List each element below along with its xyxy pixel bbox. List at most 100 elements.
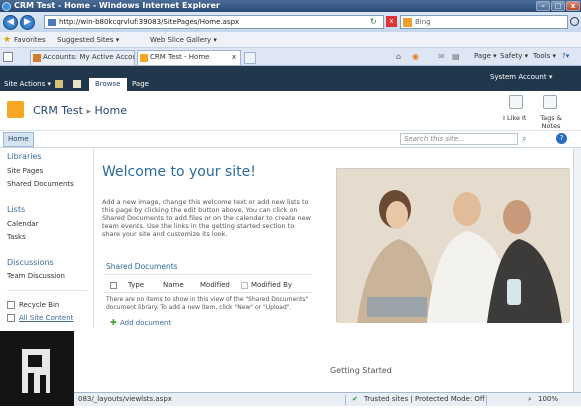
edit-page-icon[interactable] [73, 80, 81, 88]
people-photo-illustration [337, 169, 570, 323]
breadcrumb-current: Home [94, 104, 127, 117]
ql-tasks[interactable]: Tasks [7, 233, 26, 241]
getting-started-heading: Getting Started [330, 366, 392, 375]
site-search-input[interactable]: Search this site... [400, 133, 518, 145]
empty-message: There are no items to show in this view … [106, 296, 309, 311]
column-modified-by[interactable]: Modified By [251, 281, 292, 289]
favorites-bar: ★ Favorites Suggested Sites ▾ Web Slice … [0, 32, 581, 48]
status-separator [345, 395, 346, 405]
tab-crm-home[interactable]: CRM Test - Home [137, 50, 241, 65]
window-title: CRM Test - Home - Windows Internet Explo… [14, 1, 220, 10]
ql-libraries[interactable]: Libraries [7, 152, 42, 161]
welcome-text: Add a new image, change this welcome tex… [102, 198, 311, 238]
zoom-icon: ⌕ [528, 395, 532, 403]
webpart-divider [104, 274, 312, 275]
new-tab-button[interactable] [244, 52, 256, 64]
address-input[interactable]: http://win-b80kcqrvluf:39083/SitePages/H… [44, 15, 384, 29]
site-title-link[interactable]: CRM Test [33, 104, 83, 117]
status-url: 083/_layouts/viewlsts.aspx [78, 395, 172, 403]
quick-tabs-icon[interactable] [3, 52, 13, 62]
select-all-checkbox[interactable] [110, 282, 117, 289]
ql-team-discussion[interactable]: Team Discussion [7, 272, 65, 280]
tab-browse[interactable]: Browse [89, 78, 127, 91]
column-checkbox-icon [241, 282, 248, 289]
top-navigation: Home Search this site... ⌕ ? [0, 131, 581, 148]
browser-tabs-bar: Accounts: My Active Accoun... CRM Test -… [0, 48, 581, 66]
page-menu[interactable]: Page ▾ [474, 52, 497, 60]
ql-site-pages[interactable]: Site Pages [7, 167, 43, 175]
header-divider [104, 292, 312, 293]
ql-divider [7, 290, 87, 291]
tags-notes-label[interactable]: Tags & Notes [538, 114, 564, 130]
tab-accounts[interactable]: Accounts: My Active Accoun... [30, 50, 135, 65]
favorites-button[interactable]: Favorites [14, 32, 46, 48]
ql-all-site-content[interactable]: All Site Content [19, 314, 73, 322]
search-icon[interactable] [570, 17, 579, 26]
column-name[interactable]: Name [163, 281, 184, 289]
sharepoint-ribbon: Site Actions ▾ Browse Page System Accoun… [0, 66, 581, 91]
window-title-bar: CRM Test - Home - Windows Internet Explo… [0, 0, 581, 12]
safety-menu[interactable]: Safety ▾ [500, 52, 528, 60]
maximize-button[interactable]: □ [551, 1, 565, 11]
print-icon[interactable]: ▤ [452, 52, 460, 61]
sharepoint-icon [140, 54, 148, 62]
web-slice-gallery-link[interactable]: Web Slice Gallery ▾ [150, 32, 217, 48]
search-go-icon[interactable]: ⌕ [522, 134, 526, 144]
column-modified[interactable]: Modified [200, 281, 230, 289]
search-input[interactable]: Bing [400, 15, 568, 29]
quick-launch: Libraries Site Pages Shared Documents Li… [0, 148, 94, 328]
vertical-scrollbar[interactable] [573, 148, 581, 392]
help-menu[interactable]: ?▾ [562, 52, 569, 60]
recycle-bin-icon [7, 301, 15, 309]
site-logo-icon[interactable] [7, 101, 24, 118]
rss-icon[interactable]: ◉ [412, 52, 419, 61]
status-zone[interactable]: Trusted sites | Protected Mode: Off [364, 393, 485, 406]
suggested-sites-link[interactable]: Suggested Sites ▾ [57, 32, 119, 48]
zoom-level[interactable]: 100% [538, 393, 558, 406]
ql-shared-documents[interactable]: Shared Documents [7, 180, 74, 188]
star-icon: ★ [3, 35, 12, 45]
breadcrumb-separator: ▸ [86, 107, 92, 117]
site-title-area: CRM Test ▸ Home I Like It Tags & Notes [0, 91, 581, 131]
ql-discussions[interactable]: Discussions [7, 258, 54, 267]
tab-label: Accounts: My Active Accoun... [43, 53, 134, 61]
ql-calendar[interactable]: Calendar [7, 220, 38, 228]
r-logo-icon [22, 349, 50, 393]
status-separator [486, 395, 487, 405]
add-document-link[interactable]: Add document [120, 319, 171, 327]
minimize-button[interactable]: – [536, 1, 550, 11]
overlay-logo [0, 331, 74, 406]
user-menu[interactable]: System Account ▾ [490, 73, 552, 81]
welcome-image [336, 168, 570, 323]
tools-menu[interactable]: Tools ▾ [533, 52, 556, 60]
crm-icon [33, 54, 41, 62]
site-title: CRM Test ▸ Home [33, 104, 127, 117]
close-tab-icon[interactable]: x [232, 53, 236, 61]
search-placeholder: Bing [415, 18, 431, 26]
trusted-check-icon: ✔ [352, 395, 358, 403]
ql-recycle-bin[interactable]: Recycle Bin [19, 301, 59, 309]
address-toolbar: ◀ ▶ http://win-b80kcqrvluf:39083/SitePag… [0, 12, 581, 32]
mail-icon[interactable]: ✉ [438, 52, 445, 61]
tab-label: CRM Test - Home [150, 53, 210, 61]
shared-documents-title[interactable]: Shared Documents [106, 262, 178, 271]
nav-home[interactable]: Home [3, 132, 34, 147]
i-like-it-icon[interactable] [509, 95, 523, 109]
all-site-content-icon [7, 314, 15, 322]
refresh-icon[interactable]: ↻ [370, 17, 377, 26]
i-like-it-label[interactable]: I Like It [503, 114, 526, 122]
help-icon[interactable]: ? [556, 133, 567, 144]
tab-page[interactable]: Page [126, 78, 155, 91]
forward-button[interactable]: ▶ [20, 15, 35, 30]
site-actions-menu[interactable]: Site Actions ▾ [4, 80, 51, 88]
navigate-up-icon[interactable] [55, 80, 63, 88]
column-type[interactable]: Type [128, 281, 144, 289]
ql-lists[interactable]: Lists [7, 205, 25, 214]
close-window-button[interactable]: x [566, 1, 580, 11]
address-url: http://win-b80kcqrvluf:39083/SitePages/H… [59, 18, 240, 26]
home-icon[interactable]: ⌂ [396, 52, 401, 61]
back-button[interactable]: ◀ [3, 15, 18, 30]
stop-icon[interactable]: x [386, 16, 397, 27]
page-icon [48, 19, 56, 26]
tags-notes-icon[interactable] [543, 95, 557, 109]
